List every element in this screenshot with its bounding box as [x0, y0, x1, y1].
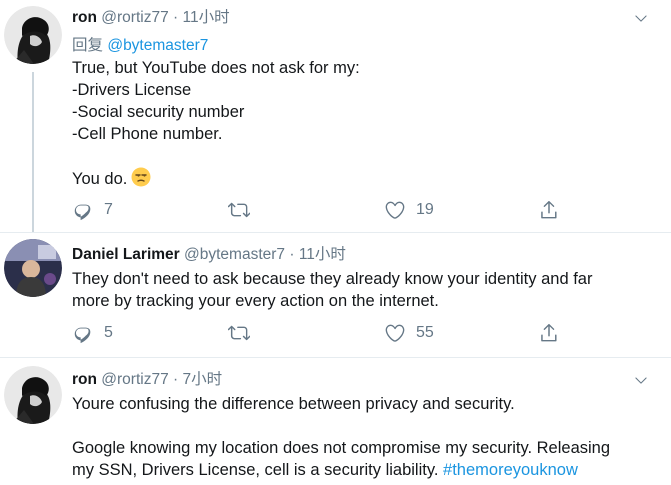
separator: ·	[168, 371, 183, 388]
like-button[interactable]: 19	[384, 198, 434, 222]
reply-prefix: 回复	[72, 37, 104, 54]
username[interactable]: @rortiz77	[101, 371, 168, 388]
reply-count: 7	[104, 201, 113, 218]
display-name[interactable]: ron	[72, 9, 97, 26]
share-icon	[538, 322, 560, 344]
tweet-line: -Cell Phone number.	[72, 125, 223, 143]
tweet-line	[72, 145, 662, 167]
tweet-line	[72, 415, 662, 437]
reply-button[interactable]: 5	[72, 321, 113, 345]
like-count: 55	[416, 324, 434, 341]
reply-icon	[72, 322, 94, 344]
like-icon	[384, 199, 406, 221]
unamused-face-emoji	[131, 167, 151, 193]
reply-count: 5	[104, 324, 113, 341]
tweet: ron @rortiz77 · 11小时 回复 @bytemaster7 Tru…	[0, 0, 671, 232]
username[interactable]: @rortiz77	[101, 9, 168, 26]
username[interactable]: @bytemaster7	[184, 246, 285, 263]
tweet: Daniel Larimer @bytemaster7 · 11小时 They …	[0, 233, 671, 357]
chevron-down-icon[interactable]	[633, 10, 649, 26]
separator: ·	[285, 246, 299, 263]
tweet: ron @rortiz77 · 7小时 Youre confusing the …	[0, 358, 671, 485]
retweet-icon	[228, 199, 250, 221]
thread-line	[32, 72, 34, 232]
tweet-line: -Social security number	[72, 103, 245, 121]
reply-icon	[72, 199, 94, 221]
like-button[interactable]: 55	[384, 321, 434, 345]
display-name[interactable]: Daniel Larimer	[72, 246, 180, 263]
tweet-line-text: You do.	[72, 170, 128, 188]
avatar[interactable]	[4, 6, 62, 64]
tweet-header: ron @rortiz77 · 7小时	[72, 370, 222, 390]
tweet-line: They don't need to ask because they alre…	[72, 270, 593, 288]
tweet-actions: 7 19	[72, 198, 572, 222]
like-icon	[384, 322, 406, 344]
retweet-icon	[228, 322, 250, 344]
reply-button[interactable]: 7	[72, 198, 113, 222]
tweet-line-last: my SSN, Drivers License, cell is a secur…	[72, 459, 662, 481]
like-count: 19	[416, 201, 434, 218]
tweet-line: Youre confusing the difference between p…	[72, 395, 515, 413]
retweet-button[interactable]	[228, 198, 260, 222]
tweet-text: Youre confusing the difference between p…	[72, 393, 662, 481]
tweet-line: -Drivers License	[72, 81, 192, 99]
tweet-line: more by tracking your every action on th…	[72, 292, 439, 310]
tweet-header: ron @rortiz77 · 11小时	[72, 8, 230, 28]
avatar[interactable]	[4, 366, 62, 424]
hashtag-link[interactable]: #themoreyouknow	[443, 461, 578, 479]
separator: ·	[168, 9, 183, 26]
share-icon	[538, 199, 560, 221]
share-button[interactable]	[538, 321, 560, 345]
tweet-line: True, but YouTube does not ask for my:	[72, 59, 360, 77]
tweet-line: Google knowing my location does not comp…	[72, 439, 611, 457]
tweet-line-last: You do.	[72, 167, 662, 193]
timestamp[interactable]: 11小时	[299, 246, 346, 263]
share-button[interactable]	[538, 198, 560, 222]
reply-context: 回复 @bytemaster7	[72, 33, 208, 55]
tweet-actions: 5 55	[72, 321, 572, 345]
tweet-line-text: my SSN, Drivers License, cell is a secur…	[72, 461, 444, 479]
avatar[interactable]	[4, 239, 62, 297]
tweet-text: They don't need to ask because they alre…	[72, 268, 662, 312]
timestamp[interactable]: 11小时	[182, 9, 229, 26]
tweet-header: Daniel Larimer @bytemaster7 · 11小时	[72, 245, 346, 265]
display-name[interactable]: ron	[72, 371, 97, 388]
tweet-text: True, but YouTube does not ask for my: -…	[72, 57, 662, 193]
chevron-down-icon[interactable]	[633, 372, 649, 388]
retweet-button[interactable]	[228, 321, 260, 345]
reply-mention-link[interactable]: @bytemaster7	[107, 37, 208, 54]
timestamp[interactable]: 7小时	[182, 371, 222, 388]
